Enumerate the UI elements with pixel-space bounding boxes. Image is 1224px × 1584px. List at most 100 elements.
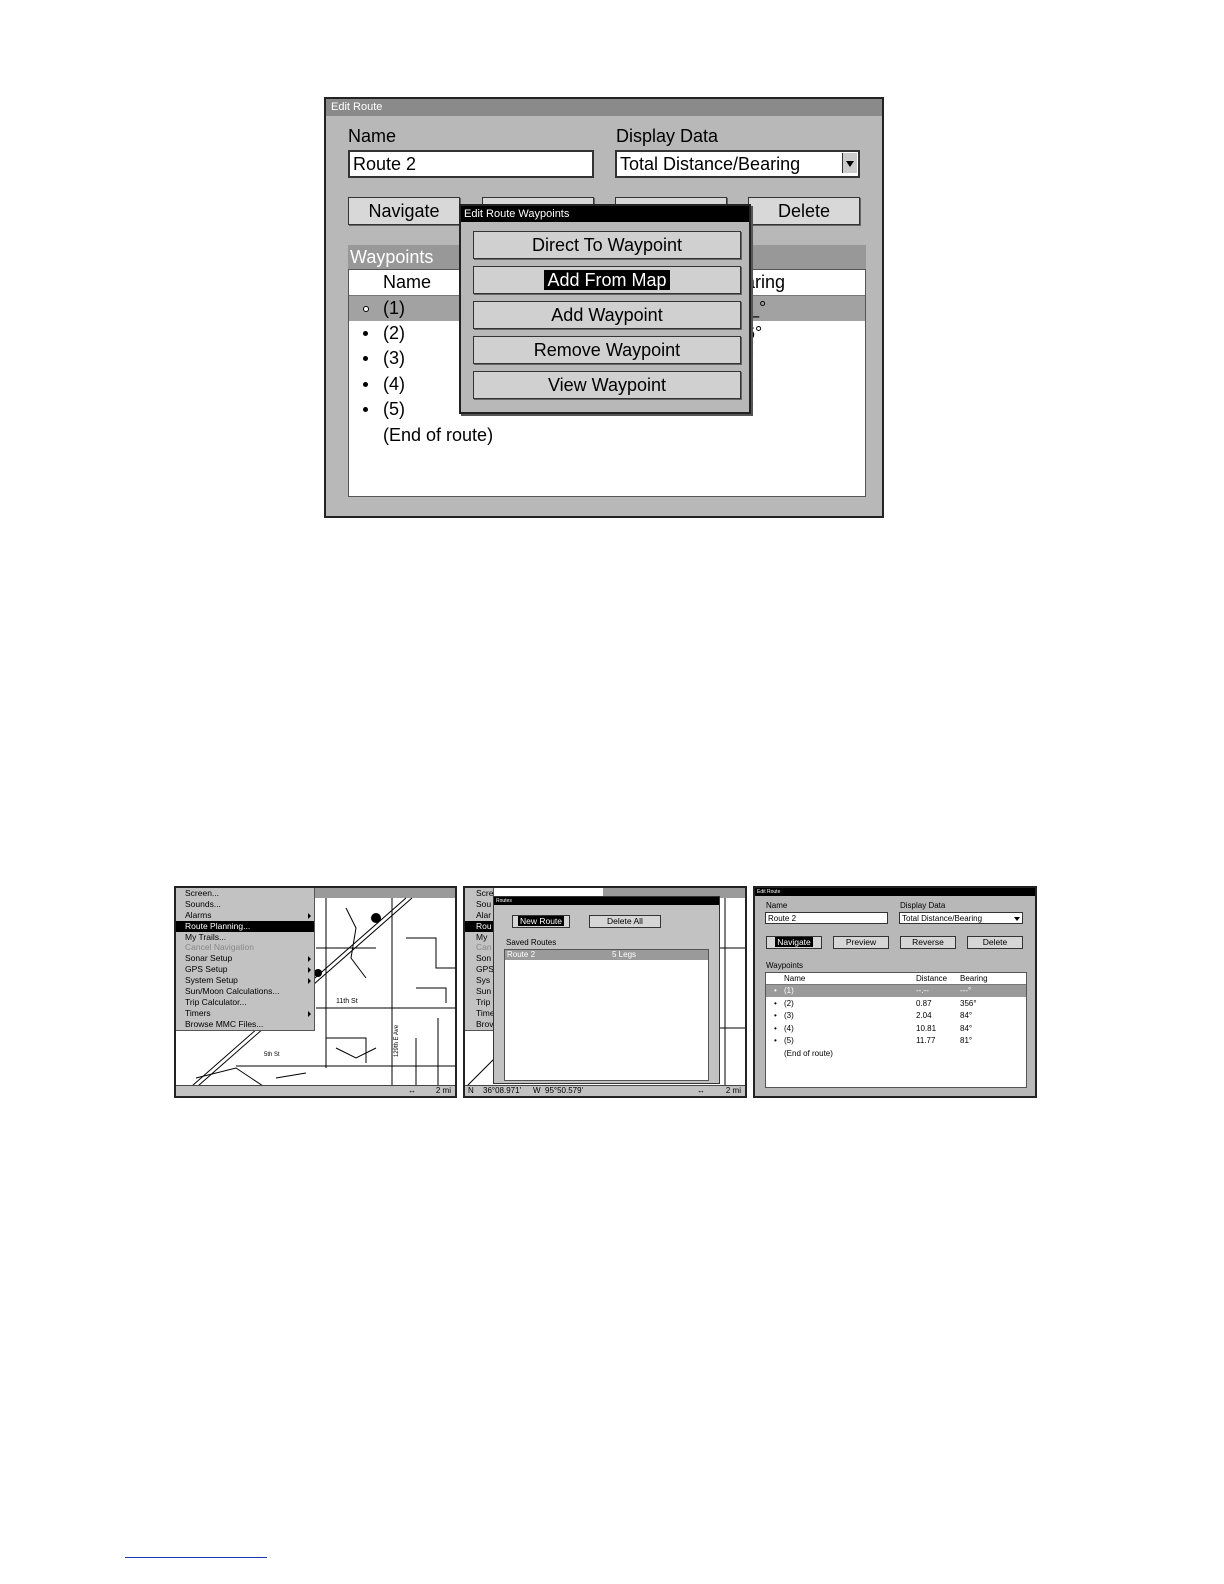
display-data-dropdown[interactable]: Total Distance/Bearing: [899, 912, 1023, 924]
route-name-field[interactable]: Route 2: [765, 912, 888, 924]
menu-item[interactable]: Sun: [465, 986, 493, 997]
waypoint-distance: 11.77: [916, 1036, 936, 1045]
waypoint-bearing: 84°: [960, 1024, 973, 1033]
add-from-map-label: Add From Map: [544, 270, 670, 290]
menu-item[interactable]: Brov: [465, 1019, 493, 1030]
waypoint-name: (1): [784, 986, 794, 995]
menu-item-label: Alarms: [185, 909, 212, 920]
navigate-label: Navigate: [775, 937, 813, 947]
lon-label: W: [533, 1086, 541, 1095]
new-route-button[interactable]: New Route: [512, 915, 570, 928]
edit-route-title: Edit Route: [326, 99, 882, 116]
view-waypoint-button[interactable]: View Waypoint: [473, 371, 741, 399]
menu-item[interactable]: Sun/Moon Calculations...: [176, 986, 314, 997]
longitude-value: 95°50.579': [545, 1086, 584, 1095]
bullet-icon: [363, 407, 368, 412]
menu-item-route-planning[interactable]: Route Planning...: [176, 920, 314, 932]
waypoint-bearing: 356°: [960, 999, 977, 1008]
end-of-route-label: (End of route): [383, 425, 494, 445]
display-data-label: Display Data: [900, 901, 946, 910]
menu-item[interactable]: Sonar Setup: [176, 953, 314, 964]
name-label: Name: [348, 126, 397, 146]
waypoint-name: (3): [784, 1011, 794, 1020]
add-from-map-button[interactable]: Add From Map: [473, 266, 741, 294]
name-label: Name: [766, 901, 788, 910]
menu-item[interactable]: Browse MMC Files...: [176, 1019, 314, 1030]
popup-title: Edit Route Waypoints: [461, 206, 749, 222]
map-street-label: 11th St: [336, 998, 358, 1005]
navigate-button[interactable]: Navigate: [348, 197, 460, 225]
preview-button[interactable]: Preview: [833, 936, 889, 949]
waypoint-name: (4): [784, 1024, 794, 1033]
menu-item[interactable]: My Trails...: [176, 932, 314, 943]
menu-item[interactable]: Sys: [465, 975, 493, 986]
waypoint-distance: 2.04: [916, 1011, 932, 1020]
menu-item-label: GPS Setup: [185, 964, 228, 975]
bullet-icon: •: [774, 1024, 777, 1033]
small-edit-route-screen: Edit Route Name Route 2 Display Data Tot…: [753, 886, 1037, 1098]
col-name: Name: [784, 974, 806, 983]
waypoint-name: (5): [784, 1036, 794, 1045]
route-legs: 5 Legs: [612, 950, 637, 959]
bullet-icon: [363, 382, 368, 387]
menu-item[interactable]: GPS Setup: [176, 964, 314, 975]
add-waypoint-button[interactable]: Add Waypoint: [473, 301, 741, 329]
navigate-button[interactable]: Navigate: [766, 936, 822, 949]
bullet-icon: •: [774, 999, 777, 1008]
small-waypoints-list: Name Distance Bearing • (1) --.-- ---° •…: [765, 972, 1027, 1088]
menu-item-route-planning[interactable]: Rou: [465, 920, 493, 932]
display-data-label: Display Data: [616, 126, 719, 146]
map-scale: 2 mi: [725, 1086, 741, 1095]
menu-item-alarms[interactable]: Alarms: [176, 910, 314, 921]
menu-item[interactable]: GPS: [465, 964, 493, 975]
scale-arrow-icon: ↔: [697, 1086, 705, 1095]
col-bearing: aring: [745, 272, 786, 292]
end-of-route-label: (End of route): [784, 1049, 833, 1058]
saved-routes-list: Route 2 5 Legs: [504, 949, 709, 1081]
waypoint-row[interactable]: • (1) --.-- ---°: [766, 985, 1026, 997]
bullet-icon: •: [774, 986, 777, 995]
status-bar: N 36°08.971' W 95°50.579' ↔ 2 mi: [465, 1085, 745, 1096]
routes-screen: Screen Sou Alar Rou My Can Son GPS Sys S…: [463, 886, 747, 1098]
waypoint-distance: --.--: [916, 986, 929, 995]
display-data-value: Total Distance/Bearing: [902, 914, 983, 923]
route-row[interactable]: Route 2 5 Legs: [505, 950, 708, 960]
menu-item[interactable]: Trip: [465, 997, 493, 1008]
chevron-down-icon[interactable]: [842, 153, 857, 173]
waypoint-row[interactable]: • (4) 10.81 84°: [766, 1023, 1026, 1035]
waypoint-row[interactable]: • (3) 2.04 84°: [766, 1010, 1026, 1022]
delete-all-button[interactable]: Delete All: [589, 915, 661, 928]
display-data-dropdown[interactable]: Total Distance/Bearing: [615, 150, 860, 178]
bullet-icon: [363, 331, 368, 336]
menu-item[interactable]: Alar: [465, 910, 493, 921]
route-name-field[interactable]: Route 2: [348, 150, 594, 178]
waypoint-row[interactable]: • (5) 11.77 81°: [766, 1035, 1026, 1047]
delete-button[interactable]: Delete: [748, 197, 860, 225]
menu-item[interactable]: Screen: [465, 888, 493, 899]
waypoint-name: (1): [383, 298, 405, 318]
waypoint-distance: 0.87: [916, 999, 932, 1008]
waypoint-bearing: 84°: [960, 1011, 973, 1020]
menu-item[interactable]: Screen...: [176, 888, 314, 899]
menu-item[interactable]: My: [465, 932, 493, 943]
menu-item[interactable]: Timers: [176, 1008, 314, 1019]
waypoint-name: (5): [383, 399, 405, 419]
delete-button[interactable]: Delete: [967, 936, 1023, 949]
menu-item[interactable]: Time: [465, 1008, 493, 1019]
col-bearing: Bearing: [960, 974, 988, 983]
menu-item[interactable]: System Setup: [176, 975, 314, 986]
routes-title: Routes: [494, 897, 719, 905]
remove-waypoint-button[interactable]: Remove Waypoint: [473, 336, 741, 364]
menu-item[interactable]: Sou: [465, 899, 493, 910]
reverse-button[interactable]: Reverse: [900, 936, 956, 949]
direct-to-waypoint-button[interactable]: Direct To Waypoint: [473, 231, 741, 259]
waypoint-name: (2): [383, 323, 405, 343]
menu-item[interactable]: Sounds...: [176, 899, 314, 910]
saved-routes-label: Saved Routes: [506, 938, 557, 947]
status-bar: ↔ 2 mi: [176, 1085, 455, 1096]
menu-item[interactable]: Son: [465, 953, 493, 964]
bullet-icon: [363, 356, 368, 361]
menu-item[interactable]: Trip Calculator...: [176, 997, 314, 1008]
waypoint-row[interactable]: • (2) 0.87 356°: [766, 998, 1026, 1010]
main-menu-partial: Screen Sou Alar Rou My Can Son GPS Sys S…: [465, 888, 494, 1031]
